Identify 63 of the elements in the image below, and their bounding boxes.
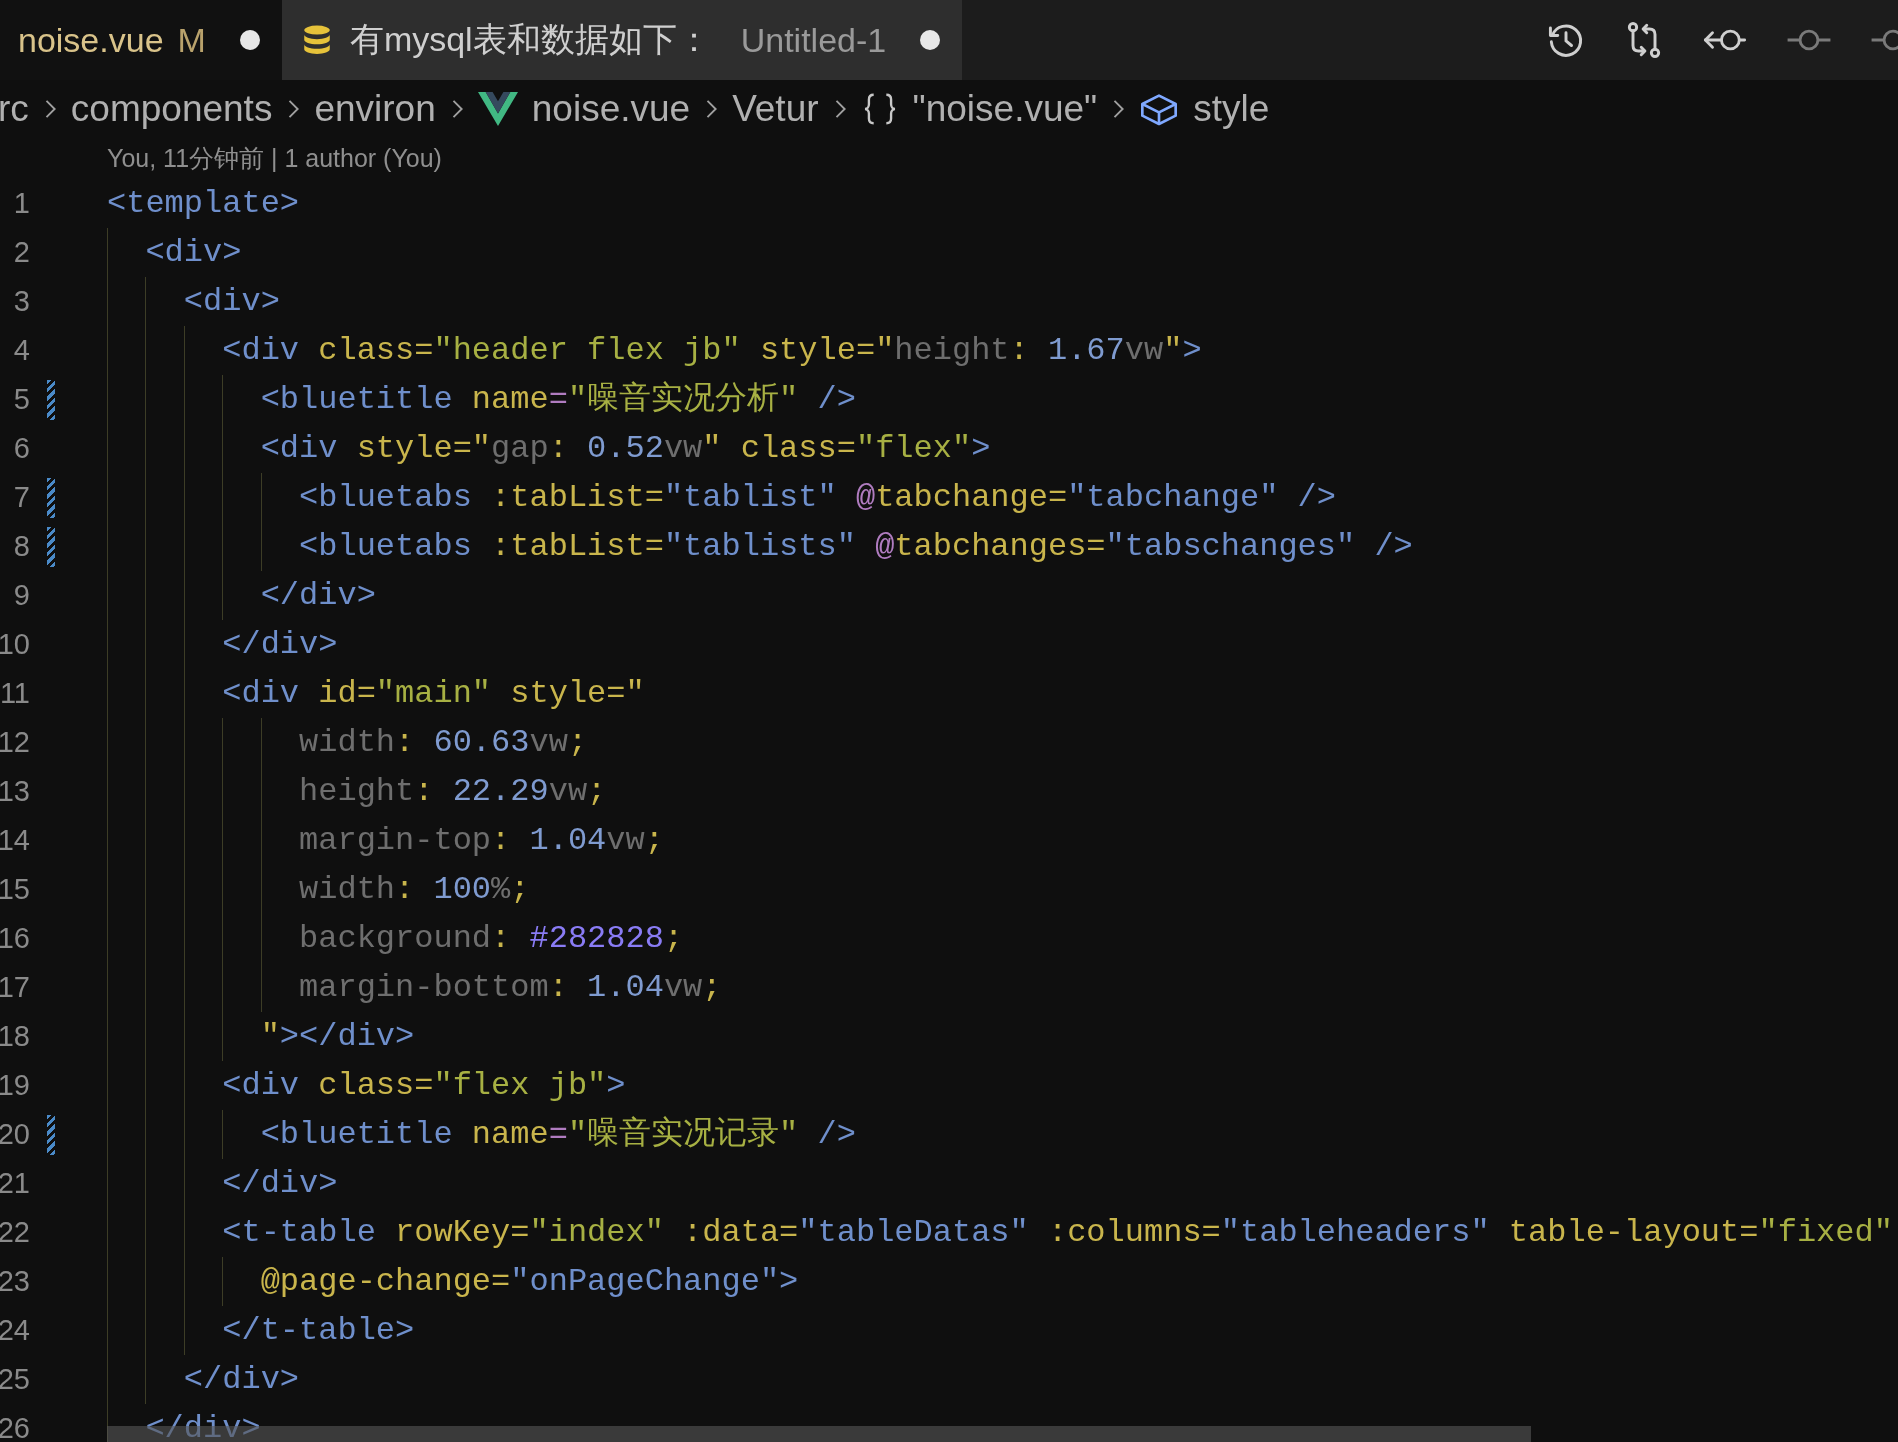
line-number: 13	[0, 775, 30, 808]
code-line: height: 22.29vw;	[107, 767, 607, 816]
blame-annotation: You, 11分钟前 | 1 author (You)	[107, 143, 442, 174]
breadcrumb-item[interactable]: components	[70, 88, 273, 130]
breadcrumb-item[interactable]: Vetur	[732, 88, 819, 130]
line-number: 8	[12, 530, 30, 563]
code-line: </div>	[107, 1404, 261, 1442]
code-line: <div>	[107, 277, 280, 326]
code-line: <div style="gap: 0.52vw" class="flex">	[107, 424, 991, 473]
editor-tab[interactable]: noise.vue M	[0, 0, 282, 80]
line-number: 10	[0, 628, 30, 661]
line-number: 18	[0, 1020, 30, 1053]
code-line: </div>	[107, 1355, 300, 1404]
editor-tab[interactable]: 有mysql表和数据如下： Untitled-1	[281, 0, 963, 80]
line-number: 26	[0, 1412, 30, 1442]
line-number: 25	[0, 1363, 30, 1396]
code-line: <template>	[107, 184, 300, 224]
line-number: 2	[12, 236, 30, 269]
line-number: 23	[0, 1265, 30, 1298]
code-line: margin-top: 1.04vw;	[107, 816, 664, 865]
code-line: "></div>	[107, 1012, 415, 1061]
code-line: <bluetitle name="噪音实况记录" />	[107, 1110, 856, 1159]
code-line: width: 60.63vw;	[107, 718, 588, 767]
code-line: @page-change="onPageChange">	[107, 1257, 799, 1306]
code-line: <div>	[107, 228, 242, 277]
line-number: 20	[0, 1118, 30, 1151]
code-line: <t-table rowKey="index" :data="tableDatas" :columns="tableheaders" table-layout="fixed"	[107, 1208, 1893, 1257]
code-line: <div class="header flex jb" style="height: 1.67vw">	[107, 326, 1202, 375]
line-number: 1	[12, 187, 30, 220]
breadcrumb-item[interactable]: environ	[314, 88, 436, 130]
breadcrumb-item[interactable]: "noise.vue"	[860, 88, 1098, 130]
code-line: <bluetabs :tabList="tablists" @tabchanges="tabschanges" />	[107, 522, 1413, 571]
code-line: </div>	[107, 571, 376, 620]
line-number: 19	[0, 1069, 30, 1102]
breadcrumb-item[interactable]: noise.vue	[477, 88, 691, 130]
code-line: width: 100%;	[107, 865, 530, 914]
line-number: 17	[0, 971, 30, 1004]
breadcrumb-item[interactable]: rc	[0, 88, 29, 130]
line-number: 21	[0, 1167, 30, 1200]
line-number: 11	[0, 677, 30, 710]
line-number: 3	[12, 285, 30, 318]
code-line: <div id="main" style="	[107, 669, 645, 718]
line-number: 7	[12, 481, 30, 514]
line-number: 22	[0, 1216, 30, 1249]
line-number: 14	[0, 824, 30, 857]
breadcrumb-item[interactable]: style	[1139, 88, 1270, 130]
line-number: 12	[0, 726, 30, 759]
line-number: 9	[12, 579, 30, 612]
v-logo-icon	[477, 92, 518, 126]
line-number: 4	[12, 334, 30, 367]
code-line: background: #282828;	[107, 914, 684, 963]
line-number: 5	[12, 383, 30, 416]
line-number: 24	[0, 1314, 30, 1347]
code-line: <bluetabs :tabList="tablist" @tabchange="tabchange" />	[107, 473, 1336, 522]
code-line: <bluetitle name="噪音实况分析" />	[107, 375, 856, 424]
code-line: </div>	[107, 1159, 338, 1208]
code-line: <div class="flex jb">	[107, 1061, 626, 1110]
code-line: </t-table>	[107, 1306, 415, 1355]
code-line: margin-bottom: 1.04vw;	[107, 963, 722, 1012]
line-number: 6	[12, 432, 30, 465]
line-number: 15	[0, 873, 30, 906]
line-number: 16	[0, 922, 30, 955]
code-line: </div>	[107, 620, 338, 669]
